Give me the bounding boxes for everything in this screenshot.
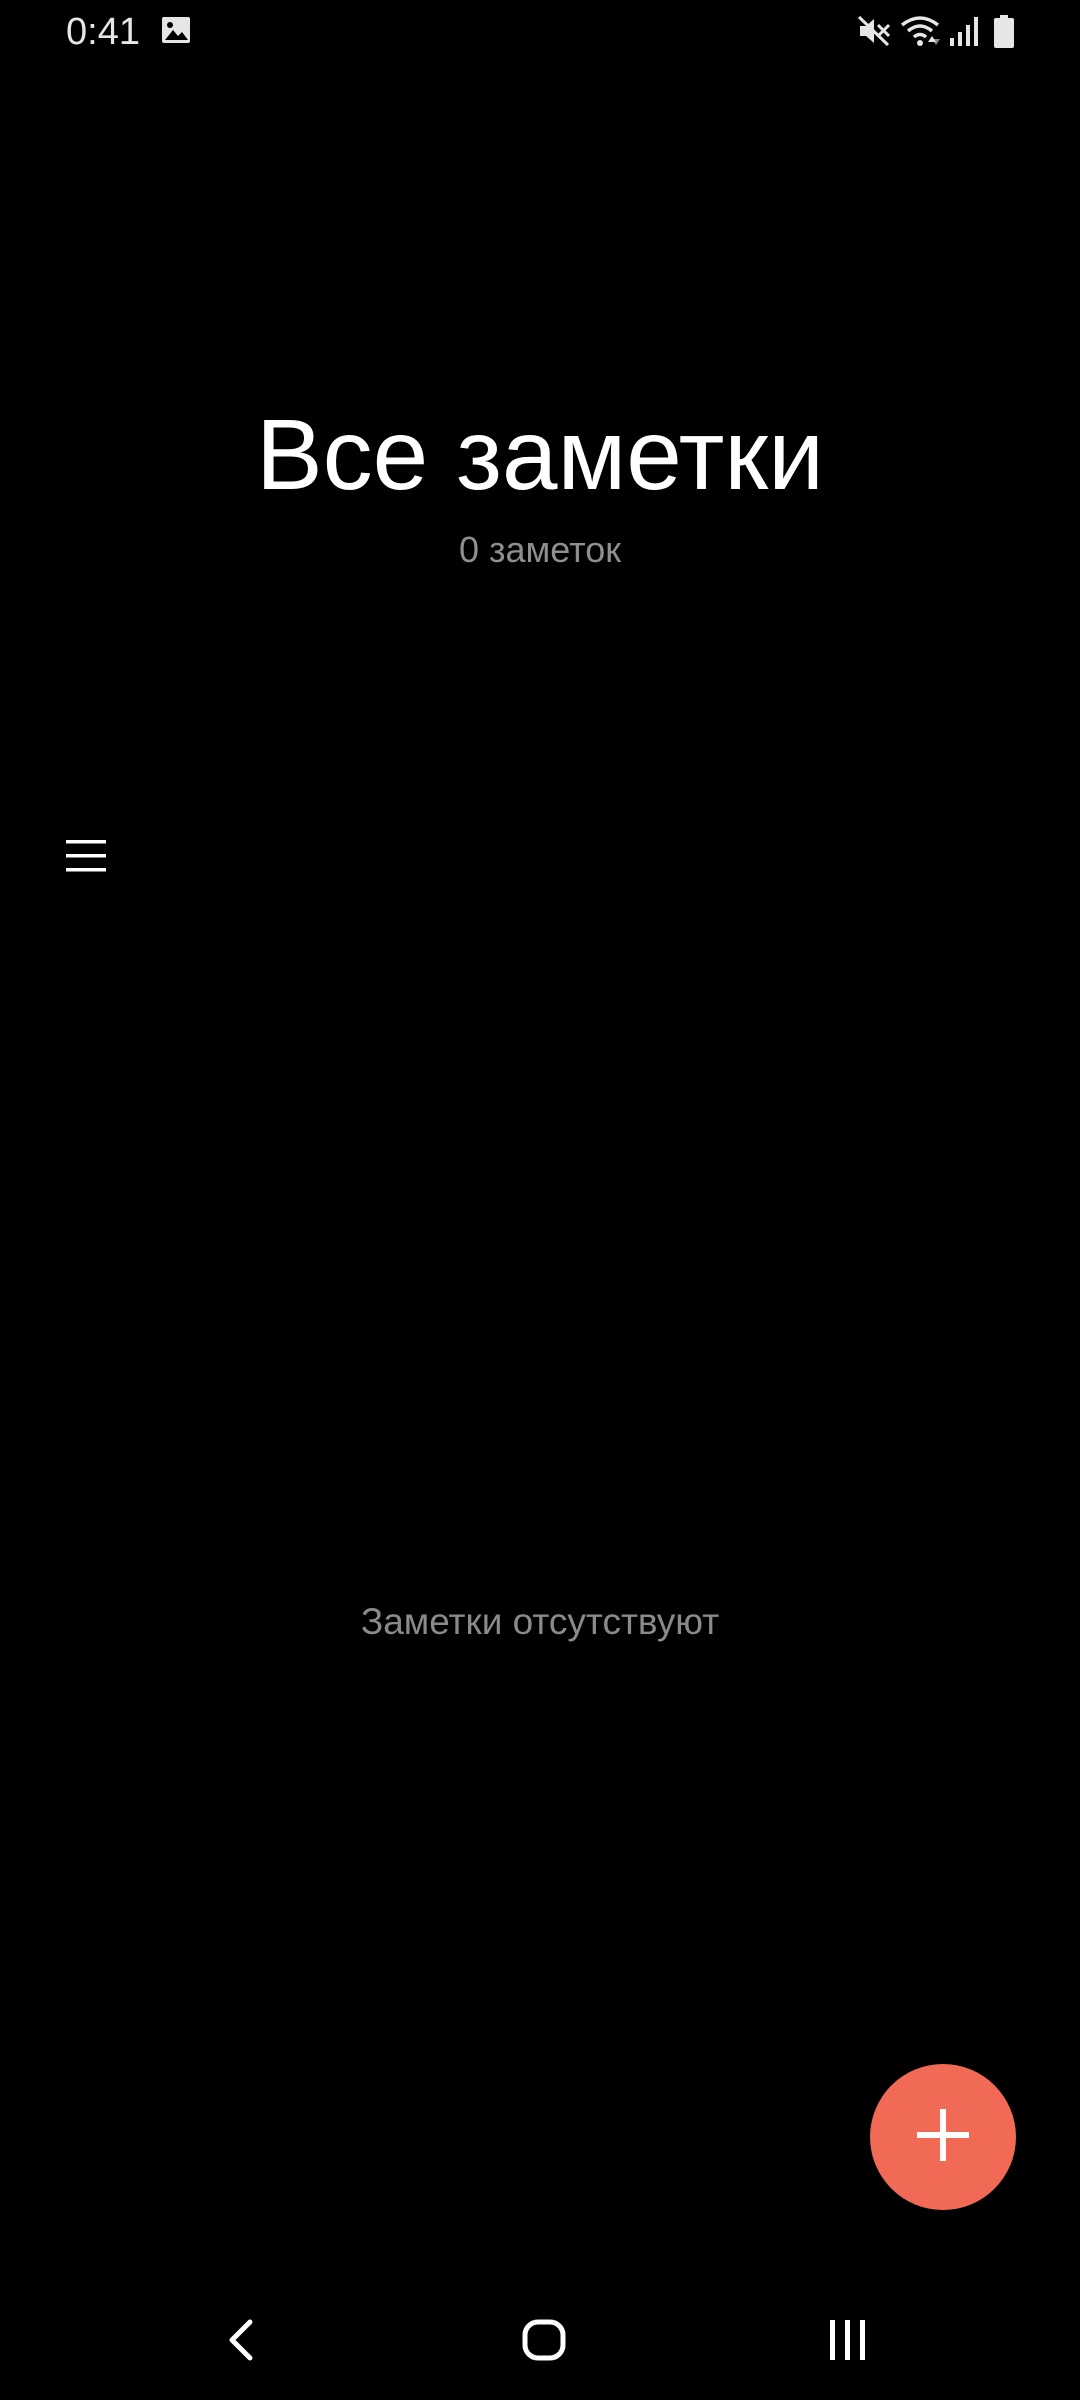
page-title: Все заметки [255, 399, 825, 511]
empty-state-text: Заметки отсутствуют [360, 1601, 720, 1642]
notes-count: 0 заметок [459, 529, 621, 570]
status-time: 0:41 [66, 11, 140, 53]
hamburger-menu-icon [62, 832, 110, 885]
home-icon [520, 2316, 568, 2369]
navigation-bar [0, 2280, 1080, 2400]
battery-icon [992, 14, 1016, 55]
back-icon [222, 2316, 262, 2369]
nav-back-button[interactable] [206, 2306, 278, 2378]
mute-icon [856, 14, 892, 53]
nav-home-button[interactable] [508, 2306, 580, 2378]
status-bar: 0:41 [0, 0, 1080, 64]
nav-recents-button[interactable] [812, 2306, 884, 2378]
gallery-icon [160, 14, 192, 51]
wifi-icon [900, 14, 942, 53]
add-note-button[interactable] [870, 2064, 1016, 2210]
menu-button[interactable] [54, 826, 118, 890]
signal-icon [948, 14, 982, 53]
recents-icon [824, 2316, 872, 2369]
plus-icon [913, 2105, 973, 2170]
